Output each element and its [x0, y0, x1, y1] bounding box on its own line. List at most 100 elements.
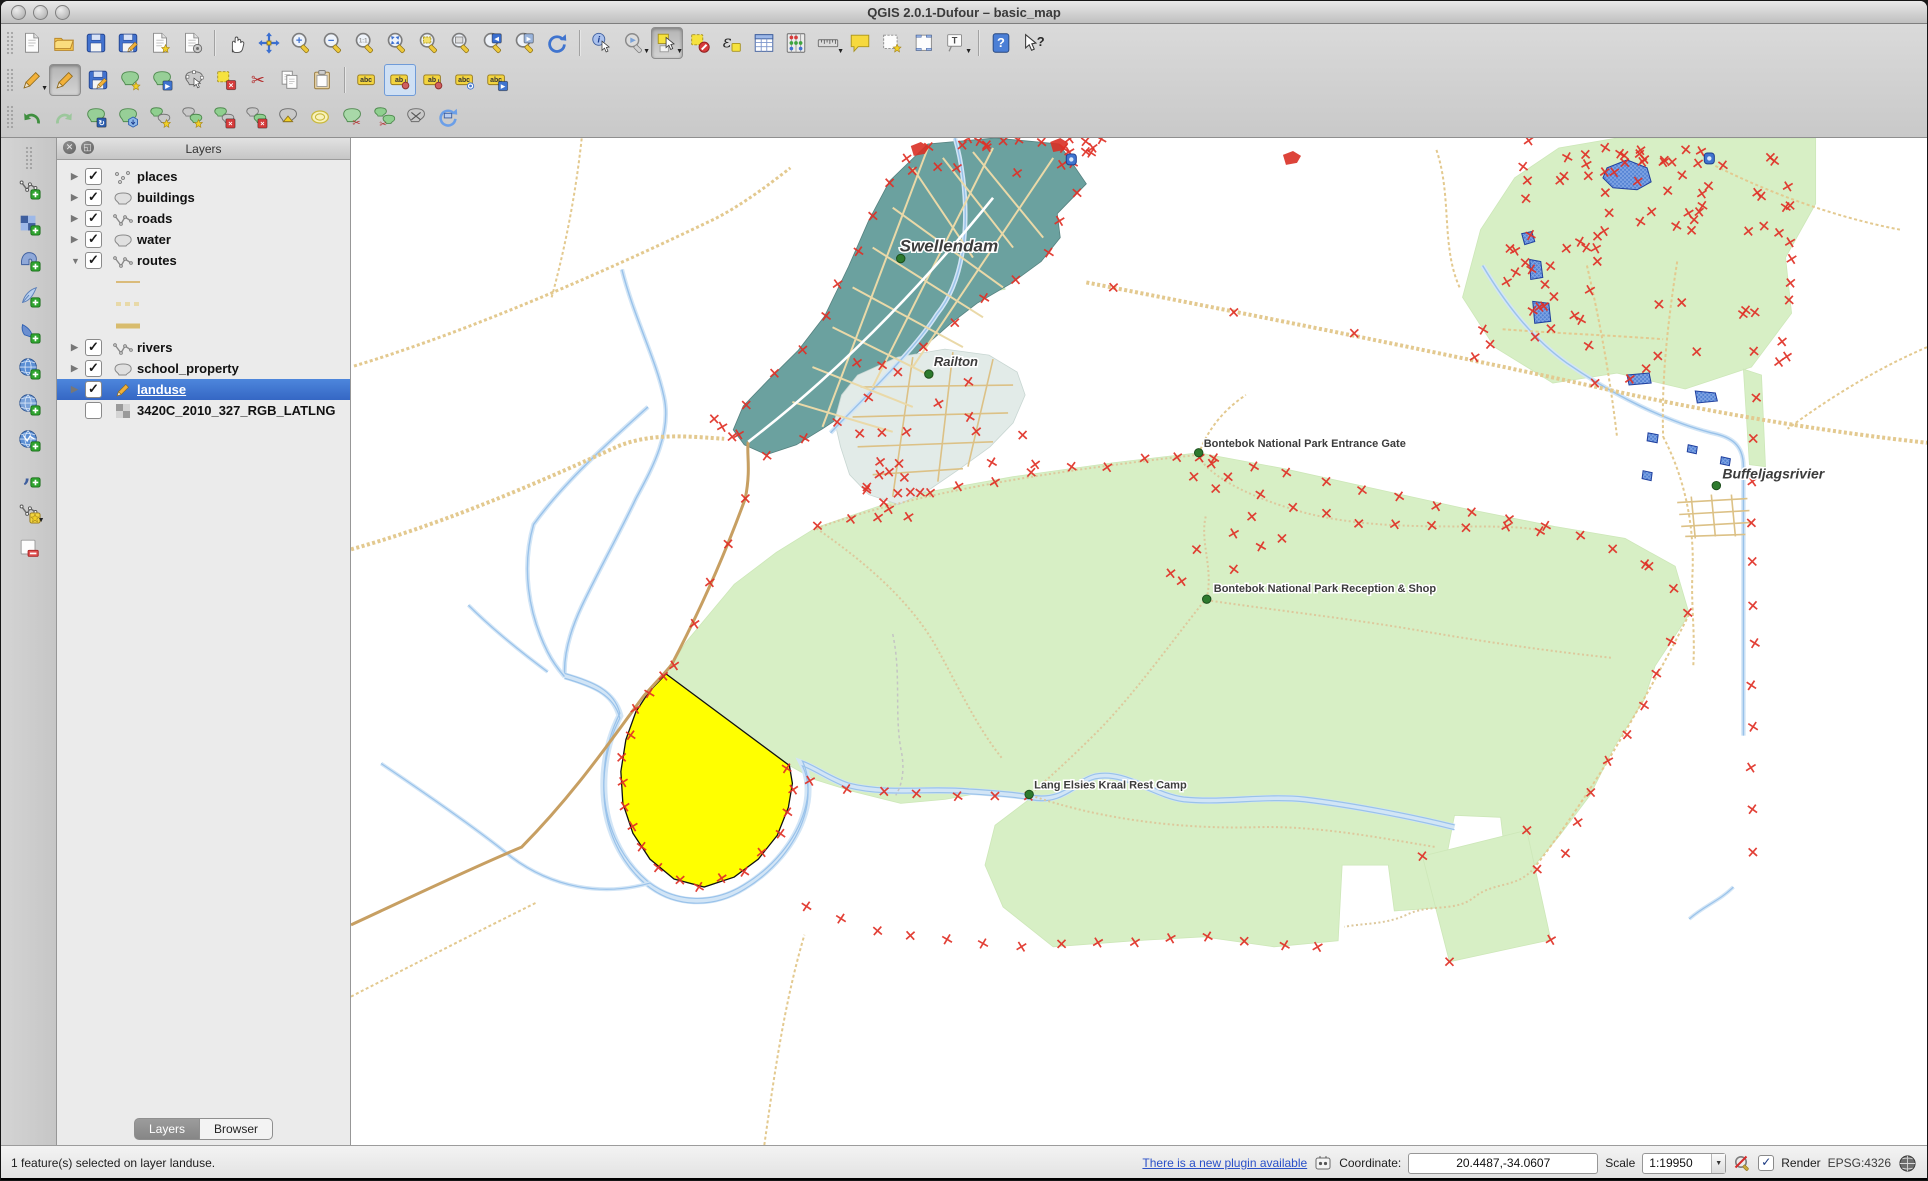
symbology-swatch-thin[interactable] — [57, 271, 350, 293]
show-bookmarks-button[interactable] — [909, 28, 939, 58]
layer-visibility-checkbox[interactable] — [85, 402, 102, 419]
dropdown-arrow-icon[interactable]: ▼ — [38, 517, 45, 524]
rotate-feature-button[interactable]: ↻ — [81, 102, 111, 132]
symbology-swatch-dashed[interactable] — [57, 293, 350, 315]
identify-features-button[interactable]: i — [587, 28, 617, 58]
add-feature-button[interactable] — [115, 65, 145, 95]
open-project-button[interactable] — [49, 28, 79, 58]
composer-manager-button[interactable] — [177, 28, 207, 58]
expand-icon[interactable]: ▶ — [71, 234, 85, 245]
text-annotation-button[interactable]: T ▼ — [941, 28, 972, 58]
panel-close-icon[interactable]: ✕ — [63, 141, 76, 154]
deselect-features-button[interactable] — [685, 28, 715, 58]
symbology-swatch-thick[interactable] — [57, 315, 350, 337]
highlight-pinned-labels-button[interactable]: ab — [418, 65, 448, 95]
layer-item-roads[interactable]: ▶ ✓ roads — [57, 208, 350, 229]
add-wcs-layer-button[interactable] — [14, 389, 44, 419]
plugin-icon[interactable] — [1314, 1154, 1332, 1172]
move-label-button[interactable]: abc ▶ — [482, 65, 512, 95]
simplify-feature-button[interactable] — [113, 102, 143, 132]
zoom-in-button[interactable]: + — [286, 28, 316, 58]
expand-icon[interactable]: ▶ — [71, 384, 85, 395]
zoom-window-button[interactable] — [55, 5, 70, 20]
layer-item-water[interactable]: ▶ ✓ water — [57, 229, 350, 250]
paste-features-button[interactable] — [307, 65, 337, 95]
move-feature-button[interactable]: ▶ — [147, 65, 177, 95]
zoom-native-button[interactable]: 1:1 — [350, 28, 380, 58]
split-features-button[interactable]: ✂ — [337, 102, 367, 132]
layer-item-3420C_2010_327_RGB_LATLNG[interactable]: 3420C_2010_327_RGB_LATLNG — [57, 400, 350, 421]
remove-layer-button[interactable] — [14, 533, 44, 563]
new-shapefile-layer-button[interactable]: ▼ — [14, 497, 45, 527]
expand-icon[interactable]: ▶ — [71, 213, 85, 224]
zoom-last-button[interactable]: ◀ — [478, 28, 508, 58]
scale-combo[interactable]: 1:19950 ▼ — [1642, 1152, 1727, 1174]
map-canvas[interactable]: Swellendam Railton Bontebok National Park … — [351, 138, 1927, 1145]
redo-button[interactable] — [49, 102, 79, 132]
add-wfs-layer-button[interactable] — [14, 425, 44, 455]
expand-icon[interactable]: ▶ — [71, 192, 85, 203]
field-calculator-button[interactable] — [781, 28, 811, 58]
open-attribute-table-button[interactable] — [749, 28, 779, 58]
dropdown-arrow-icon[interactable]: ▼ — [41, 85, 48, 92]
new-project-button[interactable] — [17, 28, 47, 58]
save-project-as-button[interactable] — [113, 28, 143, 58]
layer-labeling-options-button[interactable]: abc — [352, 65, 382, 95]
delete-ring-button[interactable]: × — [209, 102, 239, 132]
show-hide-labels-button[interactable]: abc — [450, 65, 480, 95]
add-ring-button[interactable] — [145, 102, 175, 132]
cut-features-button[interactable]: ✂ — [243, 65, 273, 95]
split-parts-button[interactable]: ✂ — [369, 102, 399, 132]
save-project-button[interactable] — [81, 28, 111, 58]
measure-line-button[interactable]: ▼ — [813, 28, 844, 58]
coordinate-input[interactable]: 20.4487,-34.0607 — [1408, 1152, 1599, 1174]
panel-detach-icon[interactable]: ◱ — [81, 141, 94, 154]
layer-item-school_property[interactable]: ▶ ✓ school_property — [57, 358, 350, 379]
layer-visibility-checkbox[interactable]: ✓ — [85, 381, 102, 398]
merge-features-button[interactable] — [401, 102, 431, 132]
layer-visibility-checkbox[interactable]: ✓ — [85, 168, 102, 185]
layer-visibility-checkbox[interactable]: ✓ — [85, 231, 102, 248]
map-tips-button[interactable] — [845, 28, 875, 58]
title-bar[interactable]: QGIS 2.0.1-Dufour – basic_map — [1, 1, 1927, 24]
close-window-button[interactable] — [11, 5, 26, 20]
rotate-point-symbols-button[interactable] — [433, 102, 463, 132]
zoom-out-button[interactable]: − — [318, 28, 348, 58]
add-delimited-text-layer-button[interactable]: , — [14, 461, 44, 491]
panel-tab-layers[interactable]: Layers — [133, 1118, 200, 1140]
toggle-editing-button[interactable] — [49, 63, 81, 96]
layer-visibility-checkbox[interactable]: ✓ — [85, 339, 102, 356]
expand-open-icon[interactable]: ▼ — [71, 256, 85, 266]
layer-visibility-checkbox[interactable]: ✓ — [85, 210, 102, 227]
minimize-window-button[interactable] — [33, 5, 48, 20]
add-mssql-layer-button[interactable] — [14, 317, 44, 347]
toolbar-grip[interactable] — [6, 104, 13, 129]
add-part-button[interactable] — [177, 102, 207, 132]
zoom-to-layer-button[interactable] — [446, 28, 476, 58]
help-contents-button[interactable]: ? — [986, 28, 1016, 58]
expand-icon[interactable]: ▶ — [71, 171, 85, 182]
delete-selected-button[interactable]: × — [211, 65, 241, 95]
expand-icon[interactable]: ▶ — [71, 363, 85, 374]
whats-this-button[interactable]: ? — [1018, 28, 1048, 58]
layer-item-buildings[interactable]: ▶ ✓ buildings — [57, 187, 350, 208]
zoom-next-button[interactable]: ▶ — [510, 28, 540, 58]
node-tool-button[interactable] — [179, 65, 209, 95]
scale-dropdown-icon[interactable]: ▼ — [1711, 1153, 1726, 1173]
delete-part-button[interactable]: × — [241, 102, 271, 132]
crs-globe-icon[interactable] — [1898, 1154, 1917, 1173]
layer-visibility-checkbox[interactable]: ✓ — [85, 252, 102, 269]
current-edits-button[interactable]: ▼ — [17, 65, 48, 95]
zoom-to-selection-button[interactable] — [414, 28, 444, 58]
dropdown-arrow-icon[interactable]: ▼ — [643, 48, 650, 55]
new-bookmark-button[interactable] — [877, 28, 907, 58]
layer-item-routes[interactable]: ▼ ✓ routes — [57, 250, 350, 271]
reshape-features-button[interactable] — [273, 102, 303, 132]
select-by-expression-button[interactable]: ε — [717, 28, 747, 58]
refresh-map-button[interactable] — [542, 28, 572, 58]
layer-item-rivers[interactable]: ▶ ✓ rivers — [57, 337, 350, 358]
toolbar-grip[interactable] — [6, 30, 13, 55]
dropdown-arrow-icon[interactable]: ▼ — [676, 48, 683, 55]
pan-map-button[interactable] — [222, 28, 252, 58]
panel-tab-browser[interactable]: Browser — [200, 1118, 274, 1140]
